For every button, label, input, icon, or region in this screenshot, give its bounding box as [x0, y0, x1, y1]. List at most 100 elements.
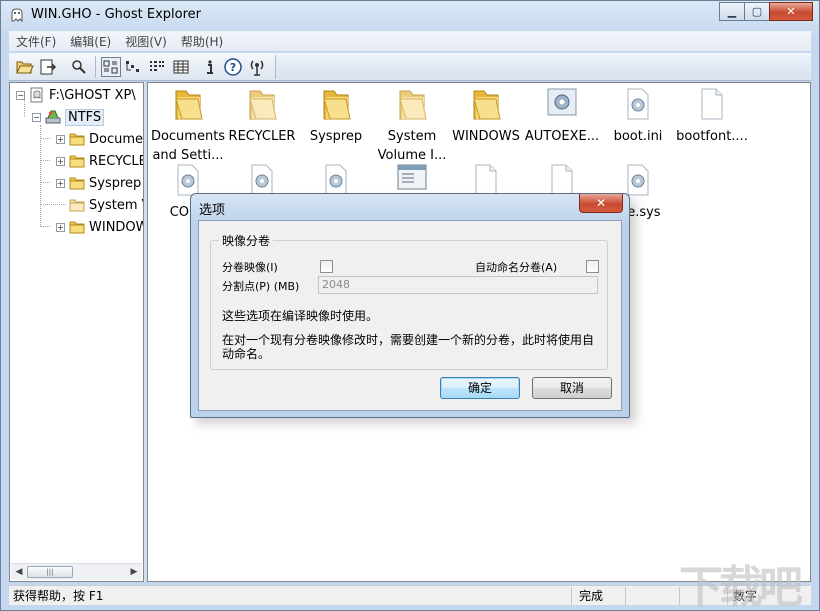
small-icons-view-icon[interactable] — [123, 57, 143, 77]
cancel-button[interactable]: 取消 — [532, 377, 612, 399]
file-item[interactable]: System Volume I... — [374, 87, 450, 165]
extract-icon[interactable] — [38, 57, 58, 77]
window-title: WIN.GHO - Ghost Explorer — [31, 7, 201, 22]
tree-item-label: Documents and Settings — [89, 131, 144, 147]
file-item[interactable]: Sysprep — [298, 87, 374, 146]
file-name: bootfont.... — [676, 129, 748, 144]
expand-icon[interactable]: + — [56, 134, 65, 144]
note-text: 在对一个现有分卷映像修改时，需要创建一个新的分卷，此时将使用自动命名。 — [222, 333, 595, 361]
file-icon — [475, 164, 497, 196]
split-point-label: 分割点(P) (MB) — [222, 280, 300, 293]
tree-horizontal-scrollbar[interactable]: ◀ ||| ▶ — [11, 563, 142, 580]
file-item[interactable]: AUTOEXE... — [524, 87, 600, 146]
file-name: WINDOWS — [452, 129, 520, 144]
toolbar: ? — [9, 53, 811, 81]
help-icon[interactable]: ? — [223, 57, 243, 77]
status-state-text: 完成 — [579, 589, 604, 603]
title-bar: WIN.GHO - Ghost Explorer ▁ ▢ ✕ — [1, 1, 819, 29]
tree-item-label: Sysprep — [89, 175, 142, 191]
settings-file-icon — [251, 164, 273, 196]
tree-root-label: F:\GHOST XP\ — [49, 87, 136, 103]
folder-icon — [473, 90, 501, 120]
file-icon — [701, 88, 723, 120]
file-name: Sysprep — [309, 129, 363, 144]
find-icon[interactable] — [69, 57, 89, 77]
tree-item-documents[interactable]: + Documents and Settings — [56, 129, 144, 149]
tree-root[interactable]: − F:\GHOST XP\ — [16, 85, 136, 105]
status-help-text: 获得帮助，按 F1 — [13, 589, 104, 603]
application-icon — [397, 164, 427, 190]
watermark-logo: 下载吧 — [679, 562, 803, 611]
collapse-icon[interactable]: − — [32, 112, 41, 122]
span-image-label: 分卷映像(I) — [222, 261, 278, 274]
autoname-checkbox[interactable] — [586, 260, 599, 273]
dialog-body: 映像分卷 分卷映像(I) 自动命名分卷(A) 分割点(P) (MB) 2048 … — [198, 220, 622, 411]
image-span-group: 映像分卷 分卷映像(I) 自动命名分卷(A) 分割点(P) (MB) 2048 … — [210, 232, 608, 370]
tree-item-label: System Volume Information — [89, 197, 143, 213]
tree-partition-label: NTFS — [65, 108, 105, 126]
details-view-icon[interactable] — [171, 57, 191, 77]
file-name: System Volume I... — [377, 129, 447, 163]
tree-partition[interactable]: − NTFS — [32, 107, 105, 127]
settings-file-icon — [627, 164, 649, 196]
split-point-input[interactable]: 2048 — [318, 276, 598, 294]
autoname-label: 自动命名分卷(A) — [475, 261, 558, 274]
antenna-icon[interactable] — [247, 57, 267, 77]
dialog-title: 选项 — [199, 203, 226, 218]
folder-icon — [69, 155, 85, 168]
partition-icon — [45, 110, 61, 124]
collapse-icon[interactable]: − — [16, 90, 25, 100]
expand-icon[interactable]: + — [56, 156, 65, 166]
maximize-button[interactable]: ▢ — [744, 2, 770, 21]
file-item[interactable]: bootfont.... — [674, 87, 750, 146]
dialog-close-button[interactable]: ✕ — [579, 194, 623, 213]
folder-icon — [69, 199, 85, 212]
svg-text:?: ? — [230, 61, 236, 74]
ok-button[interactable]: 确定 — [440, 377, 520, 399]
tree-item-sysprep[interactable]: + Sysprep — [56, 173, 141, 193]
scroll-thumb[interactable]: ||| — [27, 566, 73, 578]
file-item[interactable]: WINDOWS — [448, 87, 524, 146]
tree-item-windows[interactable]: + WINDOWS — [56, 217, 143, 237]
open-icon[interactable] — [15, 57, 35, 77]
settings-file-icon — [627, 88, 649, 120]
folder-icon — [249, 90, 277, 120]
note-text: 这些选项在编译映像时使用。 — [222, 309, 379, 323]
options-dialog: 选项 ✕ 映像分卷 分卷映像(I) 自动命名分卷(A) 分割点(P) (MB) … — [190, 193, 630, 418]
folder-icon — [323, 90, 351, 120]
tree-item-recycler[interactable]: + RECYCLER — [56, 151, 143, 171]
file-item[interactable]: boot.ini — [600, 87, 676, 146]
scroll-right-icon[interactable]: ▶ — [127, 566, 141, 578]
tree-item-label: RECYCLER — [89, 153, 143, 169]
file-item[interactable]: Documents and Setti... — [150, 87, 226, 165]
folder-icon — [69, 221, 85, 234]
folder-icon — [175, 90, 203, 120]
menu-file[interactable]: 文件(F) — [9, 33, 63, 50]
menu-view[interactable]: 视图(V) — [118, 33, 174, 50]
group-title: 映像分卷 — [219, 232, 274, 249]
large-icons-view-icon[interactable] — [101, 57, 121, 77]
scroll-left-icon[interactable]: ◀ — [12, 566, 26, 578]
menu-help[interactable]: 帮助(H) — [174, 33, 230, 50]
list-view-icon[interactable] — [147, 57, 167, 77]
info-icon[interactable] — [200, 57, 220, 77]
close-button[interactable]: ✕ — [769, 2, 813, 21]
folder-icon — [69, 177, 85, 190]
file-name: boot.ini — [613, 129, 663, 144]
settings-file-icon — [547, 88, 577, 116]
span-image-checkbox[interactable] — [320, 260, 333, 273]
folder-icon — [69, 133, 85, 146]
minimize-button[interactable]: ▁ — [719, 2, 745, 21]
menu-edit[interactable]: 编辑(E) — [63, 33, 118, 50]
folder-icon — [399, 90, 427, 120]
file-item[interactable]: RECYCLER — [224, 87, 300, 146]
expand-icon[interactable]: + — [56, 222, 65, 232]
folder-tree[interactable]: − F:\GHOST XP\ − NTFS + Documents and Se… — [9, 82, 144, 582]
file-name: AUTOEXE... — [524, 129, 600, 144]
tree-item-system-volume[interactable]: System Volume Information — [69, 195, 143, 215]
toolbar-band — [275, 55, 810, 79]
settings-file-icon — [325, 164, 347, 196]
tree-item-label: WINDOWS — [89, 219, 143, 235]
expand-icon[interactable]: + — [56, 178, 65, 188]
settings-file-icon — [177, 164, 199, 196]
